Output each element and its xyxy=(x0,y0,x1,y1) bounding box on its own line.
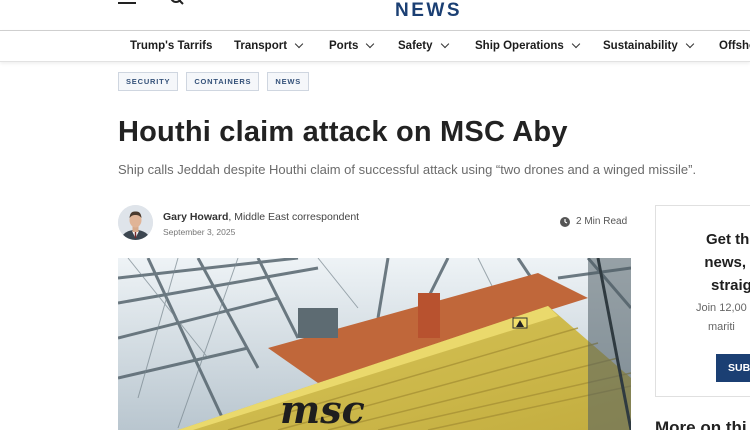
nav-item-label: Ship Operations xyxy=(475,40,564,52)
nav-item-label: Offsho xyxy=(719,40,750,52)
chevron-down-icon xyxy=(294,39,304,49)
tag-containers[interactable]: CONTAINERS xyxy=(186,72,260,91)
nav-item-label: Ports xyxy=(329,40,359,52)
nav-item-trumps-tarrifs[interactable]: Trump's Tarrifs xyxy=(130,31,212,61)
nav-item-label: Safety xyxy=(398,40,433,52)
tag-security[interactable]: SECURITY xyxy=(118,72,179,91)
hero-image: msc xyxy=(118,258,631,430)
article-title: Houthi claim attack on MSC Aby xyxy=(118,116,568,148)
menu-icon[interactable] xyxy=(118,0,136,4)
article-subtitle: Ship calls Jeddah despite Houthi claim o… xyxy=(118,162,697,177)
author-role: , Middle East correspondent xyxy=(228,211,360,223)
author-avatar[interactable] xyxy=(118,205,153,240)
chevron-down-icon xyxy=(366,39,375,49)
read-time-label: 2 Min Read xyxy=(576,216,628,227)
newsletter-title-line: straigh xyxy=(710,277,750,294)
author-byline: Gary Howard, Middle East correspondent xyxy=(163,211,359,223)
chevron-down-icon xyxy=(571,39,581,49)
nav-item-ship-operations[interactable]: Ship Operations xyxy=(475,31,581,61)
top-header: NEWS xyxy=(0,0,750,30)
author-name[interactable]: Gary Howard xyxy=(163,211,228,223)
chevron-down-icon xyxy=(685,39,695,49)
container-crane-photo: msc xyxy=(118,258,631,430)
chevron-down-icon xyxy=(440,39,449,49)
main-nav: Trump's Tarrifs Transport Ports Safety S… xyxy=(0,30,750,62)
tag-news[interactable]: NEWS xyxy=(267,72,310,91)
newsletter-card: Get the l news, an straigh Join 12,00 ma… xyxy=(655,205,750,397)
search-icon[interactable] xyxy=(170,0,184,6)
subscribe-button[interactable]: SUB xyxy=(716,354,750,382)
newsletter-description-line: mariti xyxy=(707,321,735,333)
nav-item-label: Transport xyxy=(234,40,288,52)
more-on-this-heading: More on thi xyxy=(655,418,747,430)
site-logo[interactable]: NEWS xyxy=(395,0,462,22)
read-time: 2 Min Read xyxy=(560,216,627,227)
nav-item-offshore[interactable]: Offsho xyxy=(719,31,750,61)
clock-icon xyxy=(560,216,570,227)
nav-item-transport[interactable]: Transport xyxy=(234,31,304,61)
newsletter-description-line: Join 12,00 xyxy=(696,302,747,314)
article-tags: SECURITY CONTAINERS NEWS xyxy=(118,72,310,91)
nav-item-safety[interactable]: Safety xyxy=(398,31,449,61)
publish-date: September 3, 2025 xyxy=(163,227,236,237)
nav-item-ports[interactable]: Ports xyxy=(329,31,375,61)
author-photo xyxy=(118,205,153,240)
newsletter-title-line: Get the l xyxy=(705,231,750,248)
newsletter-description: Join 12,00 mariti xyxy=(696,299,747,337)
nav-item-label: Sustainability xyxy=(603,40,678,52)
nav-item-sustainability[interactable]: Sustainability xyxy=(603,31,695,61)
newsletter-title-line: news, an xyxy=(704,254,750,271)
container-logo-text: msc xyxy=(280,387,365,430)
newsletter-title: Get the l news, an straigh xyxy=(676,228,750,297)
nav-item-label: Trump's Tarrifs xyxy=(130,40,213,52)
